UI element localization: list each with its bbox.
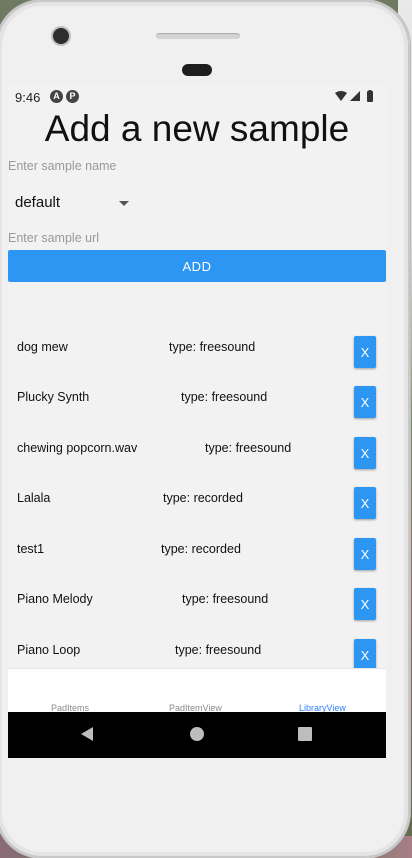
sample-name-input[interactable]: Enter sample name xyxy=(8,159,116,173)
sample-name: Piano Melody xyxy=(17,592,93,606)
sample-type: type: freesound xyxy=(205,441,292,455)
delete-button[interactable]: X xyxy=(354,588,376,620)
recents-icon[interactable] xyxy=(298,727,312,741)
sample-type: type: freesound xyxy=(169,340,256,354)
sample-url-input[interactable]: Enter sample url xyxy=(8,231,99,245)
delete-button[interactable]: X xyxy=(354,437,376,469)
page-title: Add a new sample xyxy=(44,108,350,149)
list-item: Lalala type: recorded X xyxy=(8,487,386,521)
list-item: chewing popcorn.wav type: freesound X xyxy=(8,437,386,471)
status-time: 9:46 xyxy=(15,90,41,105)
list-item: test1 type: recorded X xyxy=(8,538,386,572)
wifi-signal-battery-icon xyxy=(335,90,373,102)
sample-name: chewing popcorn.wav xyxy=(17,441,138,455)
sample-name: Plucky Synth xyxy=(17,390,90,404)
sample-type: type: recorded xyxy=(163,491,243,505)
delete-button[interactable]: X xyxy=(354,336,376,368)
sample-type-select[interactable]: default xyxy=(15,191,135,213)
list-item: Piano Melody type: freesound X xyxy=(8,588,386,622)
app-screen: 9:46 A P Add a new sample Enter sample n… xyxy=(8,84,386,758)
delete-button[interactable]: X xyxy=(354,639,376,671)
notification-p-icon: P xyxy=(66,90,79,103)
sample-type: type: freesound xyxy=(175,643,262,657)
caret-down-icon xyxy=(119,201,129,206)
front-camera xyxy=(53,28,69,44)
sample-name: test1 xyxy=(17,542,45,556)
android-nav-bar xyxy=(8,712,386,758)
sample-name: Lalala xyxy=(17,491,51,505)
delete-button[interactable]: X xyxy=(354,386,376,418)
sample-type-value: default xyxy=(15,194,61,211)
back-icon[interactable] xyxy=(81,727,93,741)
notification-a-icon: A xyxy=(50,90,63,103)
proximity-sensor xyxy=(182,64,212,76)
delete-button[interactable]: X xyxy=(354,487,376,519)
sample-type: type: freesound xyxy=(181,390,268,404)
sample-type: type: freesound xyxy=(182,592,269,606)
status-bar: 9:46 A P xyxy=(8,84,386,110)
list-item: dog mew type: freesound X xyxy=(8,336,386,370)
phone-frame: 9:46 A P Add a new sample Enter sample n… xyxy=(0,0,410,858)
bottom-tab-bar: PadItems PadItemView LibraryView xyxy=(8,668,386,713)
sample-name: dog mew xyxy=(17,340,68,354)
list-item: Plucky Synth type: freesound X xyxy=(8,386,386,420)
system-icons xyxy=(334,90,378,106)
add-button[interactable]: ADD xyxy=(8,250,386,282)
sample-name: Piano Loop xyxy=(17,643,81,657)
earpiece-speaker xyxy=(156,33,240,39)
delete-button[interactable]: X xyxy=(354,538,376,570)
sample-type: type: recorded xyxy=(161,542,241,556)
home-icon[interactable] xyxy=(190,727,204,741)
